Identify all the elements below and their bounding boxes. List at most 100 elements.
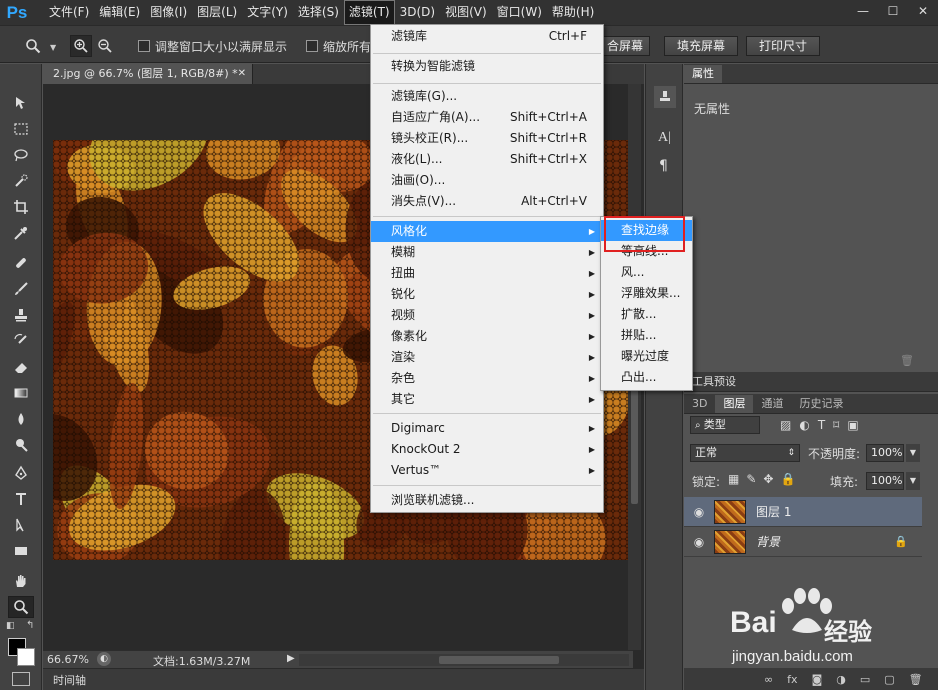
menu-item-vanishing-point[interactable]: 消失点(V)... Alt+Ctrl+V	[371, 191, 603, 212]
menu-item-filter-gallery-last[interactable]: 滤镜库 Ctrl+F	[371, 26, 603, 47]
document-tab-close-icon[interactable]: ✕	[238, 64, 246, 84]
menu-select[interactable]: 选择(S)	[293, 0, 344, 25]
clone-stamp-tool-icon[interactable]	[8, 304, 34, 326]
lock-all-icon[interactable]: 🔒	[780, 472, 795, 486]
menu-3d[interactable]: 3D(D)	[395, 0, 440, 25]
menu-item-browse-online[interactable]: 浏览联机滤镜...	[371, 490, 603, 511]
menu-layer[interactable]: 图层(L)	[192, 0, 242, 25]
menu-item-oil-paint[interactable]: 油画(O)...	[371, 170, 603, 191]
menu-item-adaptive-wide-angle[interactable]: 自适应广角(A)... Shift+Ctrl+A	[371, 107, 603, 128]
horizontal-scroll-thumb[interactable]	[439, 656, 559, 664]
submenu-item-diffuse[interactable]: 扩散...	[601, 304, 692, 325]
submenu-item-tiles[interactable]: 拼贴...	[601, 325, 692, 346]
layer-row-layer1[interactable]: ◉ 图层 1	[684, 497, 922, 527]
submenu-item-solarize[interactable]: 曝光过度	[601, 346, 692, 367]
trash-icon[interactable]: 🗑	[900, 354, 914, 367]
rectangle-tool-icon[interactable]	[8, 540, 34, 562]
menu-item-blur[interactable]: 模糊 ▶	[371, 242, 603, 263]
menu-item-convert-smart-filter[interactable]: 转换为智能滤镜	[371, 56, 603, 77]
opacity-dropdown-icon[interactable]: ▼	[906, 444, 920, 462]
menu-type[interactable]: 文字(Y)	[242, 0, 293, 25]
zoom-all-option[interactable]: 缩放所有	[306, 36, 371, 56]
menu-window[interactable]: 窗口(W)	[492, 0, 547, 25]
paragraph-panel-icon[interactable]: ¶	[659, 158, 668, 174]
menu-item-render[interactable]: 渲染 ▶	[371, 347, 603, 368]
preset-dropdown-icon[interactable]: ▼	[50, 43, 56, 52]
resize-windows-checkbox[interactable]	[138, 40, 150, 52]
fill-input[interactable]: 100%	[866, 472, 904, 490]
resize-windows-option[interactable]: 调整窗口大小以满屏显示	[138, 36, 287, 56]
visibility-eye-icon[interactable]: ◉	[684, 505, 714, 519]
type-filter-icon[interactable]: T	[818, 418, 825, 432]
swap-colors-icon[interactable]: ↰	[26, 620, 34, 631]
zoom-out-icon[interactable]	[94, 35, 116, 57]
status-menu-icon[interactable]: ◐	[97, 652, 111, 666]
fit-screen-button[interactable]: 合屏幕	[600, 36, 651, 56]
menu-help[interactable]: 帮助(H)	[547, 0, 599, 25]
minimize-button[interactable]: —	[848, 0, 878, 22]
default-colors-icon[interactable]: ◧	[6, 621, 15, 631]
horizontal-scrollbar[interactable]	[299, 654, 629, 666]
hand-tool-icon[interactable]	[8, 570, 34, 592]
quick-selection-tool-icon[interactable]	[8, 170, 34, 192]
marquee-tool-icon[interactable]	[8, 118, 34, 140]
tab-channels[interactable]: 通道	[753, 395, 791, 413]
zoom-tool-sidebar-icon[interactable]	[8, 596, 34, 618]
history-brush-tool-icon[interactable]	[8, 330, 34, 352]
menu-item-other[interactable]: 其它 ▶	[371, 389, 603, 410]
brush-tool-icon[interactable]	[8, 278, 34, 300]
menu-item-stylize[interactable]: 风格化 ▶	[371, 221, 603, 242]
layer-filter-kind[interactable]: ⌕ 类型	[690, 416, 760, 434]
restore-button[interactable]: ☐	[878, 0, 908, 22]
lock-transparent-icon[interactable]: ▦	[728, 472, 739, 486]
type-tool-icon[interactable]	[8, 488, 34, 510]
pen-tool-icon[interactable]	[8, 462, 34, 484]
menu-view[interactable]: 视图(V)	[440, 0, 492, 25]
menu-item-digimarc[interactable]: Digimarc ▶	[371, 418, 603, 439]
menu-item-video[interactable]: 视频 ▶	[371, 305, 603, 326]
zoom-all-checkbox[interactable]	[306, 40, 318, 52]
fill-dropdown-icon[interactable]: ▼	[906, 472, 920, 490]
menu-item-filter-gallery[interactable]: 滤镜库(G)...	[371, 86, 603, 107]
menu-filter[interactable]: 滤镜(T)	[343, 0, 395, 25]
menu-item-vertus[interactable]: Vertus™ ▶	[371, 460, 603, 481]
zoom-tool-icon[interactable]	[22, 35, 44, 57]
lasso-tool-icon[interactable]	[8, 144, 34, 166]
zoom-in-icon[interactable]	[70, 35, 92, 57]
opacity-input[interactable]: 100%	[866, 444, 904, 462]
menu-item-liquify[interactable]: 液化(L)... Shift+Ctrl+X	[371, 149, 603, 170]
submenu-item-wind[interactable]: 风...	[601, 262, 692, 283]
fill-screen-button[interactable]: 填充屏幕	[664, 36, 739, 56]
document-tab[interactable]: 2.jpg @ 66.7% (图层 1, RGB/8#) * ✕	[43, 64, 253, 84]
stamp-panel-icon[interactable]	[654, 86, 676, 108]
layer-name[interactable]: 背景	[756, 533, 780, 550]
dodge-tool-icon[interactable]	[8, 434, 34, 456]
menu-item-pixelate[interactable]: 像素化 ▶	[371, 326, 603, 347]
menu-edit[interactable]: 编辑(E)	[94, 0, 145, 25]
timeline-bar[interactable]: 时间轴	[43, 668, 644, 690]
tab-3d[interactable]: 3D	[684, 395, 715, 413]
tab-layers[interactable]: 图层	[715, 395, 754, 413]
move-tool-icon[interactable]	[8, 92, 34, 114]
menu-item-sharpen[interactable]: 锐化 ▶	[371, 284, 603, 305]
submenu-item-extrude[interactable]: 凸出...	[601, 367, 692, 388]
adjustment-filter-icon[interactable]: ◐	[799, 418, 809, 432]
tab-properties[interactable]: 属性	[684, 65, 722, 83]
tab-tool-presets[interactable]: 工具预设	[684, 373, 744, 391]
pixel-filter-icon[interactable]: ▨	[780, 418, 791, 432]
submenu-item-emboss[interactable]: 浮雕效果...	[601, 283, 692, 304]
smart-object-filter-icon[interactable]: ▣	[847, 418, 858, 432]
background-color-swatch[interactable]	[17, 648, 35, 666]
menu-item-distort[interactable]: 扭曲 ▶	[371, 263, 603, 284]
quick-mask-icon[interactable]	[12, 672, 30, 686]
print-size-button[interactable]: 打印尺寸	[746, 36, 821, 56]
menu-file[interactable]: 文件(F)	[44, 0, 94, 25]
crop-tool-icon[interactable]	[8, 196, 34, 218]
menu-item-lens-correction[interactable]: 镜头校正(R)... Shift+Ctrl+R	[371, 128, 603, 149]
eraser-tool-icon[interactable]	[8, 356, 34, 378]
eyedropper-tool-icon[interactable]	[8, 222, 34, 244]
zoom-level[interactable]: 66.67%	[47, 653, 89, 666]
layer-name[interactable]: 图层 1	[756, 503, 791, 520]
menu-item-knockout[interactable]: KnockOut 2 ▶	[371, 439, 603, 460]
path-selection-tool-icon[interactable]	[8, 514, 34, 536]
